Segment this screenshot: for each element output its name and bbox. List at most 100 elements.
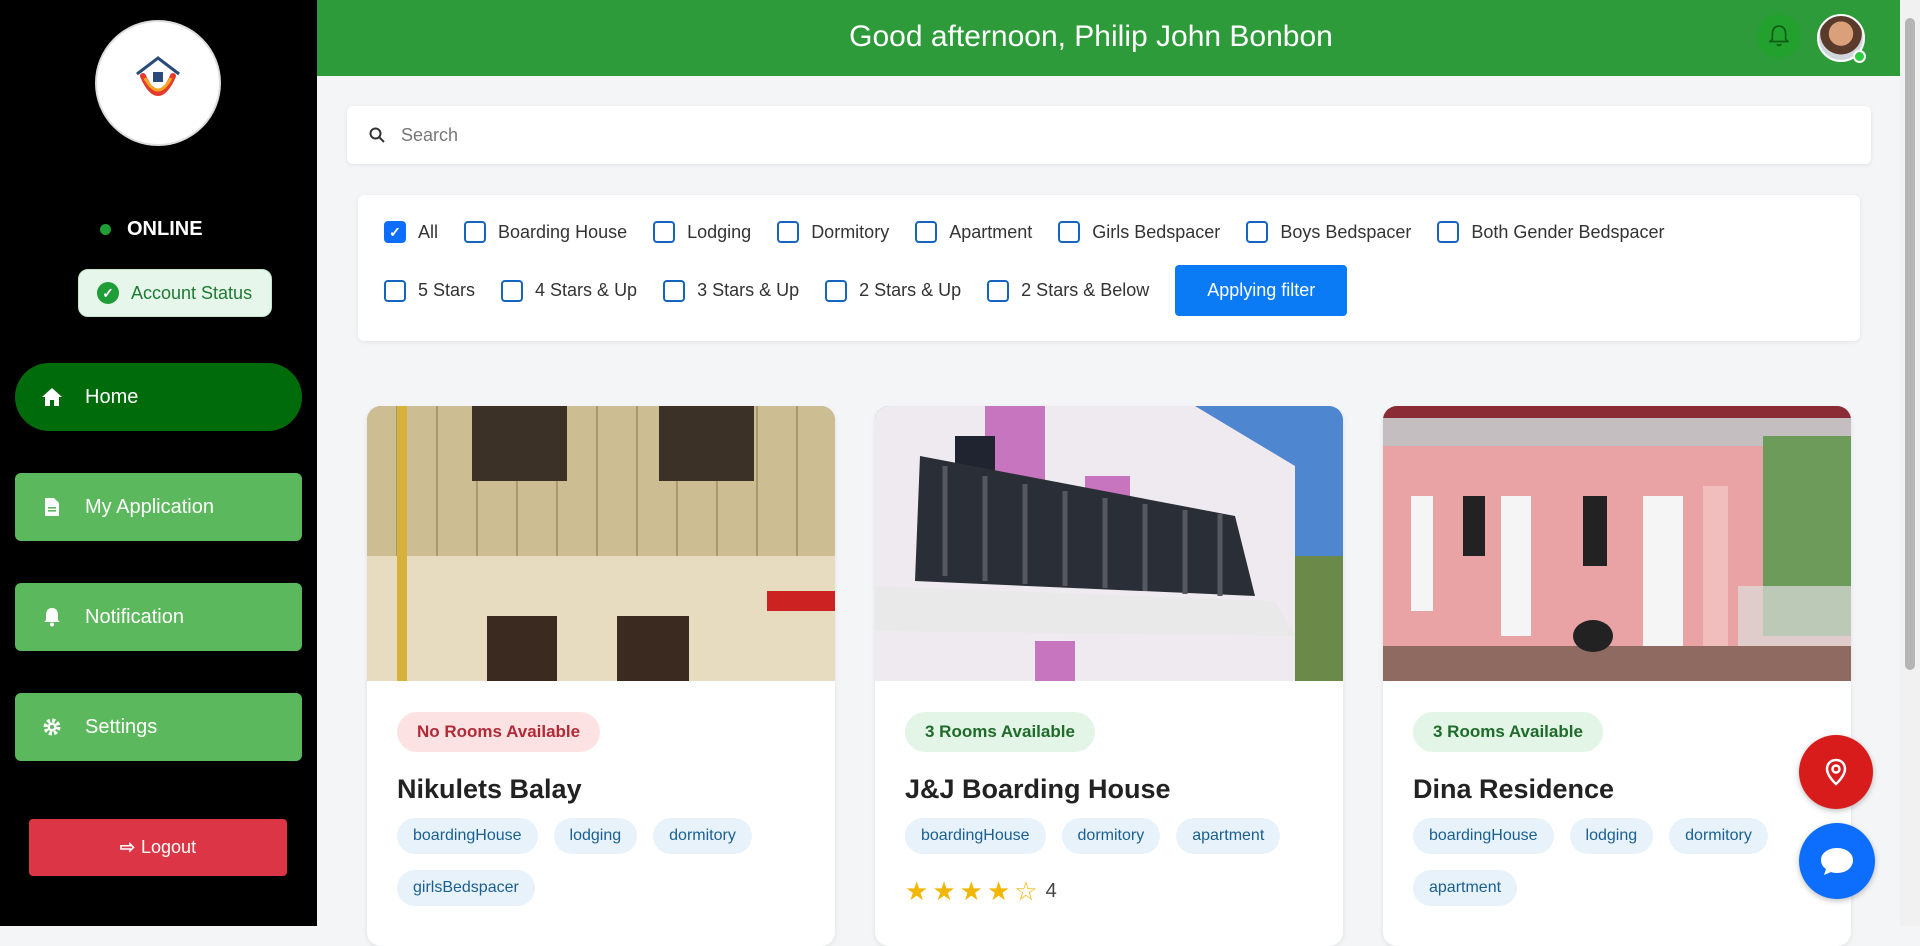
document-icon: [41, 497, 63, 517]
listing-tags: boardingHouse lodging dormitory girlsBed…: [397, 818, 817, 906]
filter-label: 2 Stars & Below: [1021, 280, 1150, 300]
star-filled-icon: ★: [905, 876, 929, 906]
notification-bell-button[interactable]: [1757, 14, 1801, 58]
filter-boys-bedspacer-checkbox[interactable]: Boys Bedspacer: [1246, 221, 1411, 243]
checkbox-icon: [1246, 221, 1269, 243]
sidebar-item-label: My Application: [85, 495, 214, 518]
star-filled-icon: ★: [932, 876, 956, 906]
listing-card[interactable]: 3 Rooms Available J&J Boarding House boa…: [875, 406, 1343, 946]
top-bar: Good afternoon, Philip John Bonbon: [317, 0, 1900, 76]
filter-label: 3 Stars & Up: [697, 280, 800, 300]
filter-2-stars-below-checkbox[interactable]: 2 Stars & Below: [987, 279, 1150, 302]
checkbox-icon: [384, 279, 406, 302]
greeting-title: Good afternoon, Philip John Bonbon: [849, 20, 1333, 53]
checkbox-icon: [777, 221, 800, 243]
apply-filter-button[interactable]: Applying filter: [1175, 265, 1348, 316]
page-scrollbar-thumb[interactable]: [1905, 18, 1915, 670]
filter-label: 4 Stars & Up: [535, 280, 638, 300]
checkbox-icon: [1058, 221, 1081, 243]
listing-photo: [875, 406, 1343, 681]
tag-chip: lodging: [553, 818, 638, 854]
bell-icon: [1769, 25, 1789, 47]
online-indicator-icon: [1853, 50, 1866, 63]
filter-both-gender-bedspacer-checkbox[interactable]: Both Gender Bedspacer: [1437, 221, 1665, 243]
tag-chip: dormitory: [1061, 818, 1161, 854]
account-status-button[interactable]: ✓ Account Status: [78, 269, 272, 317]
check-circle-icon: ✓: [97, 282, 119, 304]
logout-button[interactable]: ⇨ Logout: [29, 819, 287, 876]
filter-label: 5 Stars: [418, 280, 476, 300]
search-input[interactable]: [401, 124, 1801, 146]
search-icon: [369, 127, 385, 143]
bell-icon: [41, 607, 63, 627]
checkbox-icon: [663, 279, 686, 302]
listing-name: J&J Boarding House: [905, 774, 1171, 804]
checkbox-icon: [653, 221, 676, 243]
filter-3-stars-up-checkbox[interactable]: 3 Stars & Up: [663, 279, 800, 302]
online-status-label: ONLINE: [127, 218, 203, 240]
listing-photo: [1383, 406, 1851, 681]
user-avatar[interactable]: [1817, 14, 1866, 63]
listing-name: Nikulets Balay: [397, 774, 582, 804]
listing-photo: [367, 406, 835, 681]
filter-label: All: [418, 221, 439, 242]
filter-girls-bedspacer-checkbox[interactable]: Girls Bedspacer: [1058, 221, 1220, 243]
logout-label: Logout: [141, 837, 197, 857]
filter-label: Boarding House: [498, 221, 628, 242]
filter-5-stars-checkbox[interactable]: 5 Stars: [384, 279, 476, 302]
checkbox-icon: [464, 221, 487, 243]
tag-chip: dormitory: [653, 818, 752, 854]
star-filled-icon: ★: [986, 876, 1011, 906]
star-filled-icon: ★: [959, 876, 983, 906]
filter-dormitory-checkbox[interactable]: Dormitory: [777, 221, 889, 243]
gear-icon: [41, 717, 63, 737]
availability-badge: No Rooms Available: [397, 712, 601, 752]
tag-chip: boardingHouse: [905, 818, 1046, 854]
checkbox-icon: [915, 221, 938, 243]
availability-badge: 3 Rooms Available: [905, 712, 1095, 752]
chat-button[interactable]: [1799, 823, 1875, 899]
tag-chip: apartment: [1176, 818, 1281, 854]
sidebar-item-home[interactable]: Home: [15, 363, 302, 431]
type-filter-row: ✓ All Boarding House Lodging Dormitory Ap…: [384, 221, 1665, 243]
listing-name: Dina Residence: [1413, 774, 1615, 804]
rating-stars: ★ ★ ★ ★ ☆ 4: [905, 876, 1057, 907]
tag-chip: boardingHouse: [397, 818, 538, 854]
sidebar-item-label: Home: [85, 385, 139, 408]
filter-label: 2 Stars & Up: [859, 280, 962, 300]
sidebar-item-label: Notification: [85, 605, 184, 628]
tag-chip: boardingHouse: [1413, 818, 1554, 854]
online-dot-icon: [100, 224, 111, 235]
logout-icon: ⇨: [119, 837, 136, 857]
filter-label: Apartment: [949, 221, 1033, 242]
sidebar-item-notification[interactable]: Notification: [15, 583, 302, 651]
filter-boarding-house-checkbox[interactable]: Boarding House: [464, 221, 627, 243]
star-empty-icon: ☆: [1014, 876, 1038, 906]
filter-label: Boys Bedspacer: [1280, 221, 1412, 242]
filter-label: Girls Bedspacer: [1092, 221, 1221, 242]
chat-bubble-icon: [1821, 848, 1853, 875]
online-status: ONLINE: [100, 218, 203, 241]
sidebar-item-my-application[interactable]: My Application: [15, 473, 302, 541]
rating-filter-row: 5 Stars 4 Stars & Up 3 Stars & Up 2 Star…: [384, 265, 1348, 316]
sidebar-item-label: Settings: [85, 715, 158, 738]
app-logo[interactable]: [95, 20, 221, 146]
filter-apartment-checkbox[interactable]: Apartment: [915, 221, 1032, 243]
tag-chip: dormitory: [1669, 818, 1768, 854]
filter-2-stars-up-checkbox[interactable]: 2 Stars & Up: [825, 279, 962, 302]
availability-badge: 3 Rooms Available: [1413, 712, 1603, 752]
filter-4-stars-up-checkbox[interactable]: 4 Stars & Up: [501, 279, 638, 302]
filter-panel: ✓ All Boarding House Lodging Dormitory Ap…: [358, 195, 1860, 341]
map-location-button[interactable]: [1799, 735, 1873, 809]
listing-card[interactable]: No Rooms Available Nikulets Balay boardi…: [367, 406, 835, 946]
filter-label: Both Gender Bedspacer: [1471, 221, 1665, 242]
tag-chip: apartment: [1413, 870, 1518, 906]
sidebar: ONLINE ✓ Account Status Home My Applicat…: [0, 0, 317, 926]
filter-all-checkbox[interactable]: ✓ All: [384, 221, 438, 243]
filter-lodging-checkbox[interactable]: Lodging: [653, 221, 751, 243]
rating-value: 4: [1045, 880, 1057, 902]
filter-label: Lodging: [687, 221, 752, 242]
house-heart-logo-icon: [136, 56, 180, 96]
sidebar-item-settings[interactable]: Settings: [15, 693, 302, 761]
listing-card[interactable]: 3 Rooms Available Dina Residence boardin…: [1383, 406, 1851, 946]
